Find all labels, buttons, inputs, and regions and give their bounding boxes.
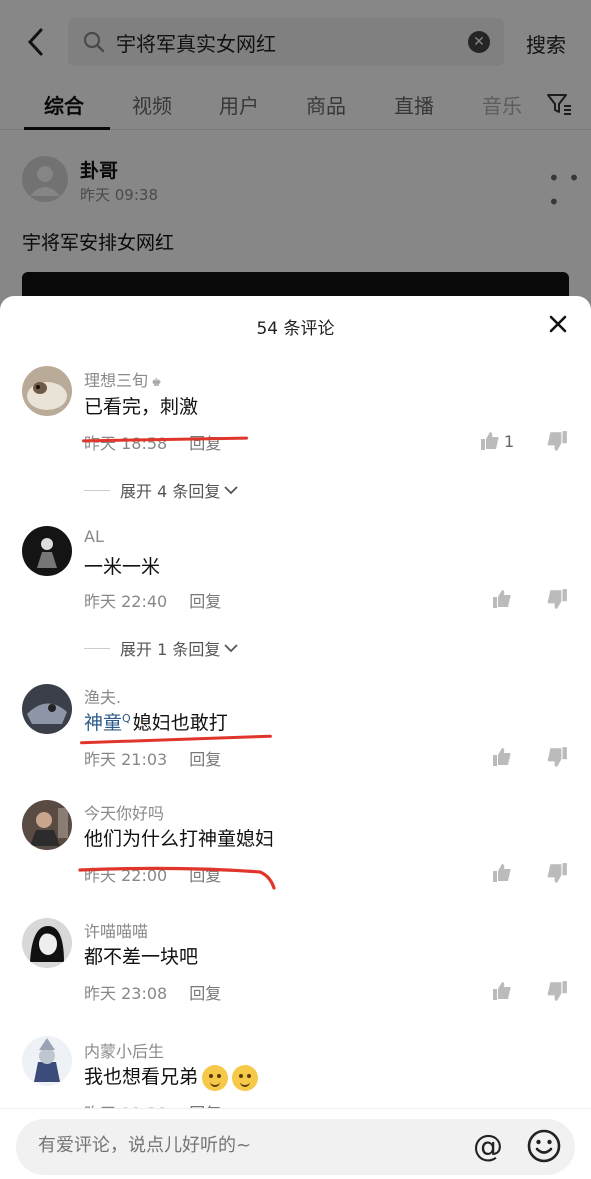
expand-label: 展开 4 条回复 [120,482,221,501]
tab-all[interactable]: 综合 [44,90,84,119]
avatar[interactable] [22,684,72,734]
expand-replies-button[interactable]: 展开 1 条回复 [84,636,238,660]
tab-products[interactable]: 商品 [306,90,346,119]
like-count: 1 [504,431,515,451]
comment-author[interactable]: 内蒙小后生 [84,1038,164,1062]
red-annotation-strike [78,866,276,890]
comment-text: 我也想看兄弟 [84,1062,259,1091]
avatar[interactable] [22,366,72,416]
chevron-down-icon [224,644,238,653]
comment-input-container: @ [16,1119,575,1175]
comment-input[interactable] [38,1135,438,1156]
active-tab-indicator [24,127,110,130]
more-icon[interactable]: • • • [548,166,591,214]
post-text: 宇将军安排女网红 [22,232,175,254]
pleading-emoji-icon [232,1064,259,1091]
comment-text: 他们为什么打神童媳妇 [84,828,275,850]
pleading-emoji-icon [202,1064,229,1091]
search-results-page: 宇将军真实女网红 ✕ 搜索 综合 视频 用户 商品 直播 音乐 卦哥 昨天 09… [0,0,591,332]
filter-icon[interactable] [546,92,572,116]
clear-icon[interactable]: ✕ [468,31,490,53]
comment-time: 昨天 21:03 [84,750,168,769]
comment-text: 神童Q 媳妇也敢打 [84,711,228,734]
crown-icon: ♚ [148,376,162,389]
search-button[interactable]: 搜索 [526,29,566,58]
reply-button[interactable]: 回复 [189,592,221,611]
comment-time: 昨天 22:40 [84,592,168,611]
thumbs-up-icon[interactable] [492,862,512,884]
thumbs-down-icon[interactable] [546,862,568,884]
reply-button[interactable]: 回复 [189,750,221,769]
divider [84,489,110,491]
post-author[interactable]: 卦哥 [80,156,118,183]
avatar[interactable] [22,918,72,968]
comment-input-bar: @ [0,1108,591,1179]
comment-author[interactable]: 渔夫. [84,684,121,708]
result-tabs: 综合 视频 用户 商品 直播 音乐 [0,84,591,130]
reply-button[interactable]: 回复 [189,984,221,1003]
comment-text: 一米一米 [84,556,161,578]
top-bar: 宇将军真实女网红 ✕ 搜索 [0,0,591,84]
at-mention-icon[interactable]: @ [470,1128,506,1164]
thumbs-down-icon[interactable] [546,746,568,768]
comment-meta: 昨天 21:03 回复 [84,746,221,770]
thumbs-up-icon[interactable] [492,980,512,1002]
divider [84,647,110,649]
expand-label: 展开 1 条回复 [120,640,221,659]
post-time: 昨天 09:38 [80,186,158,204]
comment-text: 已看完，刺激 [84,396,199,418]
search-query: 宇将军真实女网红 [116,31,276,56]
sheet-title: 54 条评论 [256,319,335,339]
tab-live[interactable]: 直播 [394,90,434,119]
tab-video[interactable]: 视频 [132,90,172,119]
search-input[interactable]: 宇将军真实女网红 ✕ [68,18,504,66]
comment-text: 都不差一块吧 [84,946,199,968]
chevron-left-icon [27,28,43,56]
thumbs-down-icon[interactable] [546,430,568,452]
avatar[interactable] [22,1036,72,1086]
expand-replies-button[interactable]: 展开 4 条回复 [84,478,238,502]
comment-meta: 昨天 23:08 回复 [84,980,221,1004]
close-button[interactable] [544,310,572,338]
red-annotation-strike [80,734,272,745]
comments-sheet: 54 条评论 理想三旬 ♚ 已看完，刺激 昨天 18:58 回复 1 展开 4 条… [0,296,591,1179]
search-icon [82,30,106,54]
thumbs-up-icon [481,432,499,450]
back-button[interactable] [18,22,54,62]
comment-author[interactable]: 今天你好吗 [84,800,164,824]
like-button[interactable]: 1 [480,430,520,452]
thumbs-down-icon[interactable] [546,588,568,610]
emoji-icon[interactable] [526,1128,562,1164]
hashtag-link[interactable]: 神童 [84,712,122,734]
thumbs-up-icon[interactable] [492,588,512,610]
search-icon: Q [122,711,131,725]
comment-time: 昨天 23:08 [84,984,168,1003]
thumbs-down-icon[interactable] [546,980,568,1002]
comment-author[interactable]: AL [84,527,104,546]
avatar[interactable] [22,156,68,202]
chevron-down-icon [224,486,238,495]
tab-users[interactable]: 用户 [219,90,259,119]
avatar[interactable] [22,526,72,576]
comment-time: 昨天 18:58 [84,434,168,453]
tab-music[interactable]: 音乐 [482,90,522,119]
comment-author[interactable]: 理想三旬 ♚ [84,367,161,391]
comment-author[interactable]: 许喵喵喵 [84,918,148,942]
thumbs-up-icon[interactable] [492,746,512,768]
comment-meta: 昨天 22:40 回复 [84,588,221,612]
close-icon [549,315,567,333]
avatar[interactable] [22,800,72,850]
